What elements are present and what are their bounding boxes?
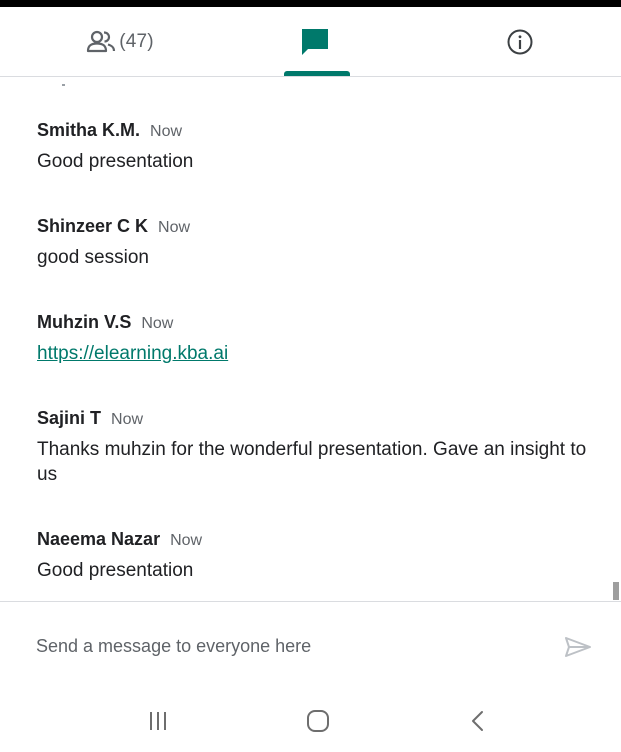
message-text: good session	[37, 247, 149, 268]
chat-bubble-icon	[299, 26, 331, 58]
chat-message: Shinzeer C K Now good session	[37, 216, 597, 270]
message-sender: Shinzeer C K	[37, 216, 149, 236]
chat-message: Naeema Nazar Now Good presentation	[37, 529, 597, 583]
info-icon	[506, 28, 534, 56]
message-sender: Smitha K.M.	[37, 120, 141, 140]
message-header: Shinzeer C K Now	[37, 216, 597, 242]
message-text: Good presentation	[37, 560, 194, 581]
message-text: Good presentation	[37, 151, 194, 172]
recents-button[interactable]	[128, 699, 188, 743]
status-bar	[0, 0, 621, 7]
home-button[interactable]	[288, 699, 348, 743]
recents-icon	[146, 710, 170, 732]
message-time: Now	[141, 315, 174, 332]
message-sender: Muhzin V.S	[37, 312, 132, 332]
android-nav-bar	[0, 691, 621, 752]
message-time: Now	[150, 123, 183, 140]
tab-info[interactable]	[470, 7, 570, 76]
message-header: Muhzin V.S Now	[37, 312, 597, 338]
chat-message: Smitha K.M. Now Good presentation	[37, 120, 597, 174]
send-icon	[563, 635, 593, 659]
home-icon	[305, 708, 331, 734]
message-header: Sajini T Now	[37, 408, 597, 434]
tab-chat[interactable]	[260, 7, 370, 76]
participant-count: (47)	[119, 30, 154, 52]
chat-message: Sajini T Now Thanks muhzin for the wonde…	[37, 408, 597, 487]
chat-message-list[interactable]: Smitha K.M. Now Good presentation Shinze…	[0, 77, 621, 601]
back-button[interactable]	[448, 699, 508, 743]
message-header: Naeema Nazar Now	[37, 529, 597, 555]
active-tab-indicator	[284, 71, 350, 76]
message-composer	[0, 601, 621, 692]
send-button[interactable]	[558, 632, 598, 662]
panel-tabs: (47)	[0, 7, 621, 77]
back-icon	[468, 709, 488, 733]
message-header: Smitha K.M. Now	[37, 120, 597, 146]
message-input[interactable]	[36, 630, 536, 662]
chat-message: Muhzin V.S Now https://elearning.kba.ai	[37, 312, 597, 366]
message-text: Thanks muhzin for the wonderful presenta…	[37, 439, 587, 485]
message-time: Now	[170, 532, 203, 549]
tab-people[interactable]: (47)	[40, 7, 200, 76]
meet-chat-screen: (47) Smitha K.M. Now Good presentation S…	[0, 0, 621, 752]
people-icon	[86, 29, 116, 55]
message-time: Now	[111, 411, 144, 428]
message-time: Now	[158, 219, 191, 236]
scrollbar-thumb[interactable]	[613, 582, 619, 600]
message-sender: Naeema Nazar	[37, 529, 161, 549]
message-link[interactable]: https://elearning.kba.ai	[37, 341, 597, 366]
message-sender: Sajini T	[37, 408, 102, 428]
